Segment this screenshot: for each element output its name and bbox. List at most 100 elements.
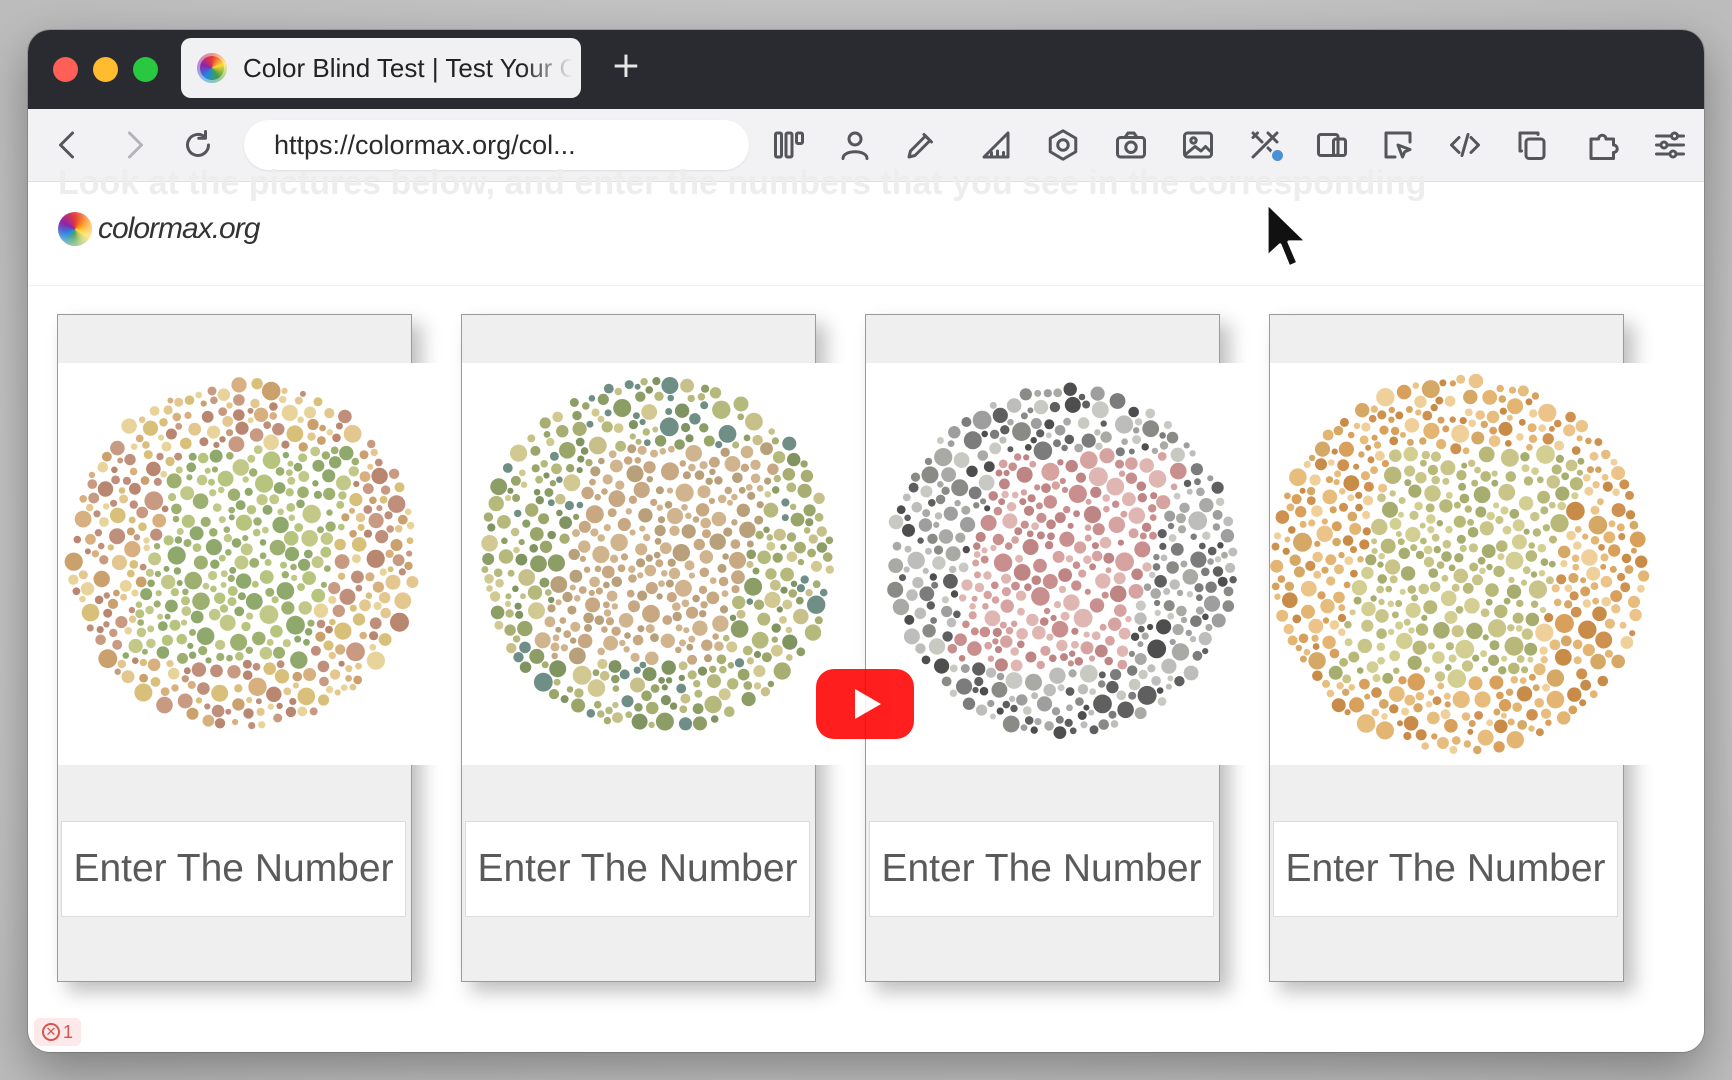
plate-dot: [1580, 586, 1591, 597]
plate-dot: [1083, 631, 1090, 638]
plate-dot: [359, 450, 369, 460]
forward-icon[interactable]: [112, 123, 156, 167]
plate-dot: [312, 459, 325, 472]
plate-dot: [1463, 389, 1478, 405]
plate-dot: [968, 611, 977, 620]
answer-field[interactable]: [465, 821, 810, 917]
plate-dot: [1122, 492, 1136, 507]
plate-dot: [790, 503, 797, 510]
plate-dot: [1325, 554, 1337, 566]
user-profile-icon[interactable]: [833, 123, 877, 167]
plate-dot: [134, 683, 153, 702]
plate-dot: [289, 697, 297, 706]
plate-dot: [692, 703, 704, 715]
ruler-icon[interactable]: [974, 123, 1018, 167]
zoom-window-button[interactable]: [133, 57, 158, 82]
plate-dot: [1464, 598, 1480, 614]
plate-dot: [286, 615, 305, 635]
plate-dot: [604, 409, 612, 417]
plate-dot: [934, 512, 943, 520]
plate-dot: [334, 538, 346, 551]
responsive-devices-icon[interactable]: [1310, 123, 1354, 167]
back-icon[interactable]: [46, 123, 90, 167]
design-tools-icon[interactable]: [1243, 123, 1287, 167]
plate-dot: [635, 438, 642, 445]
tab-active[interactable]: Color Blind Test | Test Your Color Visio…: [181, 38, 581, 98]
plate-dot: [1544, 613, 1554, 623]
plate-dot: [921, 655, 931, 665]
plate-dot: [259, 570, 274, 584]
plate-dot: [1395, 531, 1402, 537]
plate-dot: [650, 449, 658, 458]
close-window-button[interactable]: [53, 57, 78, 82]
answer-field[interactable]: [61, 821, 406, 917]
plate-dot: [637, 445, 647, 455]
answer-field[interactable]: [1273, 821, 1618, 917]
plate-dot: [1423, 666, 1431, 673]
image-icon[interactable]: [1176, 123, 1220, 167]
plate-dot: [888, 558, 904, 573]
url-input[interactable]: [274, 120, 734, 170]
plate-dot: [363, 529, 373, 538]
plate-dot: [1407, 673, 1425, 691]
plate-dot: [757, 550, 771, 565]
hexagon-settings-icon[interactable]: [1041, 123, 1085, 167]
plate-dot: [259, 646, 273, 660]
plate-dot: [507, 569, 515, 577]
extensions-puzzle-icon[interactable]: [1581, 123, 1625, 167]
reload-icon[interactable]: [176, 123, 220, 167]
plate-dot: [1579, 699, 1587, 707]
site-logo[interactable]: colormax.org: [58, 212, 260, 246]
eyedropper-icon[interactable]: [899, 123, 943, 167]
answer-input[interactable]: [870, 822, 1213, 916]
code-icon[interactable]: [1443, 123, 1487, 167]
plate-dot: [608, 660, 622, 673]
plate-dot: [1474, 691, 1491, 708]
plate-dot: [787, 452, 801, 467]
plate-dot: [1108, 710, 1117, 719]
plate-dot: [1299, 655, 1307, 663]
plate-dot: [1000, 425, 1010, 435]
plate-dot: [1437, 682, 1445, 690]
error-indicator[interactable]: ✕ 1: [34, 1018, 82, 1046]
answer-field[interactable]: [869, 821, 1214, 917]
plate-dot: [1549, 535, 1557, 544]
answer-input[interactable]: [466, 822, 809, 916]
plate-dot: [941, 596, 949, 604]
video-play-button[interactable]: [816, 669, 914, 739]
plate-dot: [1098, 719, 1109, 730]
plate-dot: [1075, 697, 1084, 706]
plate-dot: [1600, 563, 1607, 570]
plate-dot: [629, 433, 636, 440]
answer-input[interactable]: [1274, 822, 1617, 916]
answer-input[interactable]: [62, 822, 405, 916]
adjustments-sliders-icon[interactable]: [1648, 123, 1692, 167]
plate-dot: [753, 665, 766, 678]
address-bar[interactable]: [244, 120, 749, 170]
plate-dot: [543, 431, 551, 438]
minimize-window-button[interactable]: [93, 57, 118, 82]
plate-dot: [165, 599, 178, 613]
plate-dot: [1046, 633, 1054, 641]
plate-dot: [1090, 486, 1102, 498]
plate-dot: [483, 512, 494, 522]
screenshot-camera-icon[interactable]: [1109, 123, 1153, 167]
plate-dot: [925, 547, 932, 555]
plate-dot: [1436, 737, 1449, 749]
new-tab-button[interactable]: +: [606, 46, 646, 86]
plate-dot: [555, 626, 562, 633]
copy-icon[interactable]: [1510, 123, 1554, 167]
plate-dot: [195, 391, 203, 399]
element-picker-icon[interactable]: [1376, 123, 1420, 167]
sidebar-layout-icon[interactable]: [767, 123, 811, 167]
plate-dot: [219, 614, 236, 631]
plate-dot: [1577, 457, 1585, 465]
plate-dot: [750, 459, 761, 470]
plate-dot: [692, 620, 708, 636]
plate-dot: [1211, 613, 1226, 628]
plate-dot: [1359, 678, 1370, 690]
plate-dot: [1469, 562, 1479, 572]
plate-dot: [1489, 426, 1498, 435]
plate-dot: [1271, 542, 1280, 551]
plate-dot: [680, 693, 691, 704]
